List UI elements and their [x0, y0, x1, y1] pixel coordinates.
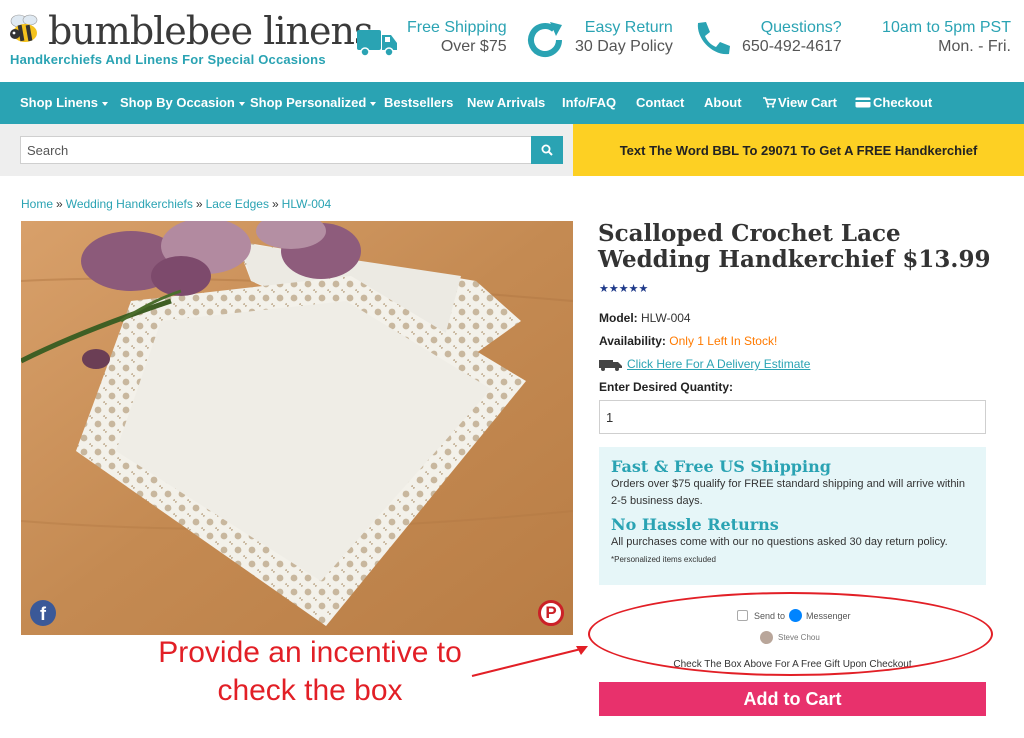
bee-logo-icon — [10, 14, 38, 42]
facebook-share-icon[interactable]: f — [30, 600, 56, 626]
breadcrumb-lace-edges[interactable]: Lace Edges — [206, 197, 269, 211]
nav-shop-linens[interactable]: Shop Linens — [20, 95, 108, 110]
shipping-returns-box: Fast & Free US Shipping Orders over $75 … — [599, 447, 986, 585]
quantity-label-line: Enter Desired Quantity: — [599, 380, 733, 394]
pinterest-share-icon[interactable]: P — [538, 600, 564, 626]
brand-tagline: Handkerchiefs And Linens For Special Occ… — [10, 52, 326, 67]
availability-label: Availability: — [599, 334, 666, 348]
nav-label: Shop By Occasion — [120, 95, 235, 110]
free-shipping-info: Free Shipping Over $75 — [355, 18, 507, 62]
nav-label: Contact — [636, 95, 685, 110]
personalized-footnote: *Personalized items excluded — [611, 555, 716, 564]
model-value: HLW-004 — [641, 311, 691, 325]
main-nav: Shop Linens Shop By Occasion Shop Person… — [0, 82, 1024, 124]
product-title: Scalloped Crochet Lace Wedding Handkerch… — [598, 220, 991, 273]
phone-number[interactable]: 650-492-4617 — [742, 37, 842, 56]
annotation-arrow — [471, 646, 588, 677]
caret-down-icon — [238, 101, 245, 106]
nav-new-arrivals[interactable]: New Arrivals — [467, 95, 545, 110]
breadcrumb-separator: » — [271, 197, 279, 211]
model-line: Model: HLW-004 — [599, 311, 691, 325]
delivery-line: Click Here For A Delivery Estimate — [599, 357, 810, 371]
availability-line: Availability: Only 1 Left In Stock! — [599, 334, 777, 348]
nav-shop-by-occasion[interactable]: Shop By Occasion — [120, 95, 245, 110]
annotation-text: Provide an incentive to check the box — [158, 636, 462, 707]
questions-headline: Questions? — [760, 19, 842, 36]
nav-view-cart[interactable]: View Cart — [763, 95, 837, 110]
brand-name: bumblebee linens — [48, 9, 373, 53]
returns-text: All purchases come with our no questions… — [611, 536, 948, 548]
return-headline: Easy Return — [584, 19, 673, 36]
shipping-subline: Over $75 — [440, 38, 507, 55]
search-icon — [541, 144, 553, 156]
nav-label: Shop Linens — [20, 95, 98, 110]
product-image[interactable] — [21, 221, 573, 635]
nav-label: Info/FAQ — [562, 95, 617, 110]
caret-down-icon — [370, 101, 377, 106]
return-arrow-icon — [528, 22, 562, 57]
shipping-text: Orders over $75 qualify for FREE standar… — [611, 478, 965, 507]
annotation-ellipse — [588, 592, 993, 676]
easy-return-info: Easy Return 30 Day Policy — [523, 18, 673, 62]
search-row: Text The Word BBL To 29071 To Get A FREE… — [0, 124, 1024, 176]
shipping-headline: Free Shipping — [407, 19, 507, 36]
site-header: bumblebee linens Handkerchiefs And Linen… — [0, 0, 1024, 82]
nav-contact[interactable]: Contact — [636, 95, 684, 110]
availability-value: Only 1 Left In Stock! — [669, 334, 778, 348]
breadcrumb-separator: » — [195, 197, 203, 211]
phone-icon — [697, 22, 730, 55]
hours-days: Mon. - Fri. — [938, 38, 1011, 55]
questions-info: Questions? 650-492-4617 — [690, 18, 842, 62]
shipping-heading: Fast & Free US Shipping — [611, 457, 831, 476]
nav-bestsellers[interactable]: Bestsellers — [384, 95, 453, 110]
caret-down-icon — [102, 101, 108, 106]
truck-icon — [357, 30, 397, 57]
nav-checkout[interactable]: Checkout — [855, 95, 932, 110]
delivery-estimate-link[interactable]: Click Here For A Delivery Estimate — [627, 357, 810, 371]
rating-stars[interactable]: ★★★★★ — [599, 282, 648, 295]
search-button[interactable] — [531, 136, 563, 164]
breadcrumb-current[interactable]: HLW-004 — [282, 197, 332, 211]
returns-heading: No Hassle Returns — [611, 515, 779, 534]
breadcrumb-home[interactable]: Home — [21, 197, 53, 211]
nav-shop-personalized[interactable]: Shop Personalized — [250, 95, 377, 110]
hours-headline: 10am to 5pm PST — [882, 19, 1011, 36]
nav-label: View Cart — [778, 95, 838, 110]
credit-card-icon — [855, 97, 871, 108]
nav-info-faq[interactable]: Info/FAQ — [562, 95, 616, 110]
nav-label: About — [704, 95, 742, 110]
breadcrumb-separator: » — [56, 197, 63, 211]
quantity-input[interactable] — [599, 400, 986, 434]
promo-banner[interactable]: Text The Word BBL To 29071 To Get A FREE… — [573, 124, 1024, 176]
nav-about[interactable]: About — [704, 95, 742, 110]
hours-info: 10am to 5pm PST Mon. - Fri. — [880, 18, 1011, 56]
search-input[interactable] — [20, 136, 532, 164]
breadcrumb-wedding-handkerchiefs[interactable]: Wedding Handkerchiefs — [66, 197, 193, 211]
nav-label: Checkout — [873, 95, 933, 110]
add-to-cart-button[interactable]: Add to Cart — [599, 682, 986, 716]
return-subline: 30 Day Policy — [575, 38, 673, 55]
quantity-label: Enter Desired Quantity: — [599, 380, 734, 394]
model-label: Model: — [599, 311, 638, 325]
nav-label: Bestsellers — [384, 95, 454, 110]
cart-icon — [763, 97, 777, 108]
handkerchief-photo — [21, 221, 573, 635]
delivery-truck-icon — [599, 359, 622, 371]
breadcrumb: Home» Wedding Handkerchiefs» Lace Edges» HL… — [21, 197, 331, 211]
nav-label: New Arrivals — [467, 95, 546, 110]
nav-label: Shop Personalized — [250, 95, 367, 110]
